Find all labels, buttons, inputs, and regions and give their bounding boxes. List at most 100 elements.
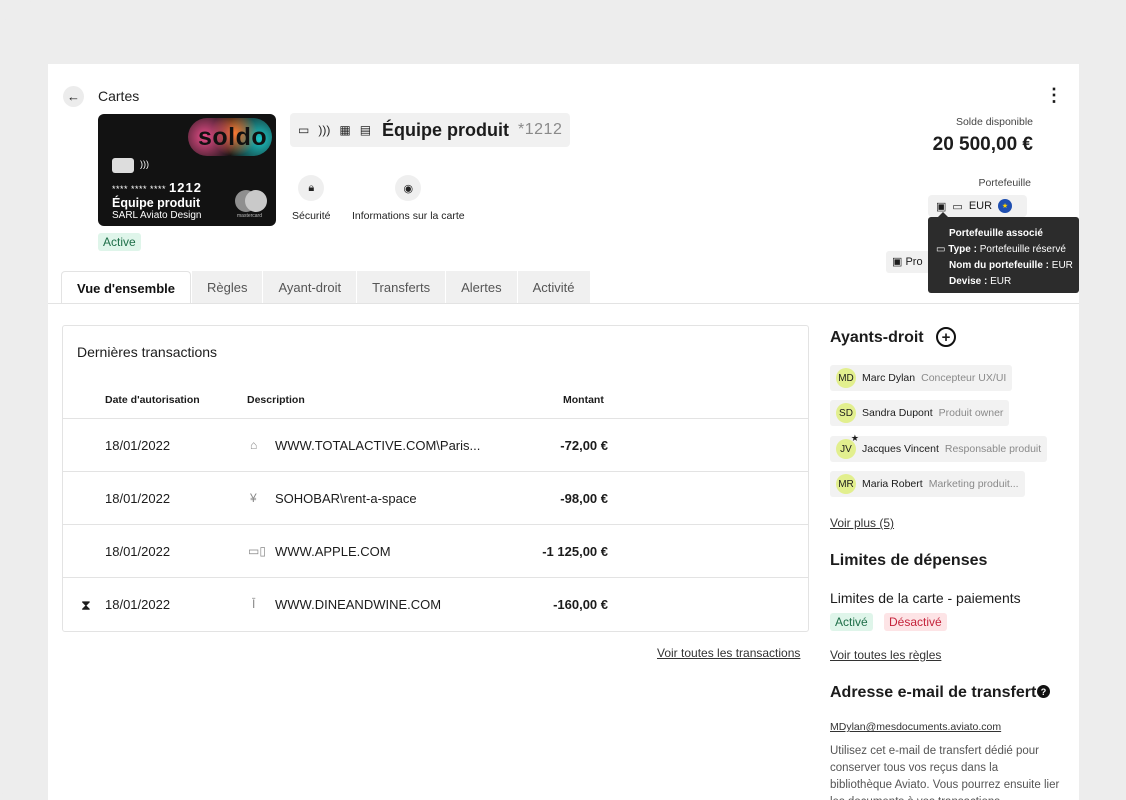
beneficiary-role: Responsable produit: [944, 443, 1042, 455]
card-number-mask: **** **** ****: [112, 184, 167, 194]
pro-icon: ▣: [892, 256, 903, 268]
card-title: ▭ ))) ▦ ▤ Équipe produit *1212: [290, 113, 571, 147]
contactless-icon: ))): [318, 123, 331, 137]
avatar: JV ★: [836, 433, 859, 459]
table-row[interactable]: 18/01/2022 ▭▯ WWW.APPLE.COM -1 125,00 €: [63, 524, 808, 578]
beneficiary-role: Produit owner: [938, 407, 1004, 419]
tab-beneficiary[interactable]: Ayant-droit: [262, 271, 357, 304]
lock-icon: 🔒︎: [298, 175, 325, 201]
col-description: Description: [247, 394, 305, 406]
chip-icon: [112, 158, 134, 173]
beneficiary-chip[interactable]: SD Sandra Dupont Produit owner: [830, 400, 1010, 426]
limit-disabled-badge: Désactivé: [884, 613, 947, 631]
row-amount: -160,00 €: [553, 597, 608, 612]
tab-overview[interactable]: Vue d'ensemble: [61, 271, 191, 304]
app-frame: ← Cartes ⋮ soldo ))) **** **** **** 1212…: [0, 0, 1126, 800]
table-row[interactable]: ⧗ 18/01/2022 Ῑ WWW.DINEANDWINE.COM -160,…: [63, 577, 808, 631]
security-button[interactable]: 🔒︎ Sécurité: [292, 175, 331, 222]
eu-flag-icon: ★: [998, 199, 1013, 213]
tooltip-name: Nom du portefeuille : EUR: [949, 260, 1073, 271]
limit-enabled-badge: Activé: [830, 613, 873, 631]
card-icon: ▭: [936, 244, 946, 255]
see-all-rules-link[interactable]: Voir toutes les règles: [830, 648, 941, 662]
beneficiaries-title: Ayants-droit: [830, 329, 924, 346]
card-title-suffix: *1212: [518, 121, 563, 138]
back-arrow-icon[interactable]: ←: [63, 86, 84, 107]
card-info-label: Informations sur la carte: [352, 210, 465, 222]
see-all-transactions-link[interactable]: Voir toutes les transactions: [657, 646, 800, 660]
row-description: WWW.TOTALACTIVE.COM\Paris...: [275, 438, 481, 453]
tab-divider: [48, 303, 1079, 304]
avatar: MD: [836, 368, 856, 388]
transfer-email-title: Adresse e-mail de transfert: [830, 684, 1037, 701]
tooltip-title: Portefeuille associé: [949, 228, 1043, 239]
hourglass-icon: ⧗: [81, 597, 91, 613]
beneficiary-role: Marketing produit...: [928, 478, 1019, 490]
card-number-last: 1212: [169, 180, 202, 195]
wallet-currency: EUR: [968, 200, 993, 212]
card-logo-text: soldo: [198, 123, 268, 151]
tab-rules[interactable]: Règles: [190, 271, 263, 304]
breadcrumb[interactable]: Cartes: [98, 88, 139, 104]
card-name: Équipe produit: [112, 196, 201, 210]
tooltip-currency: Devise : EUR: [949, 276, 1012, 287]
row-amount: -1 125,00 €: [542, 544, 608, 559]
transactions-title: Dernières transactions: [77, 344, 218, 360]
beneficiary-name: Maria Robert: [862, 478, 923, 490]
card-detail-panel: ← Cartes ⋮ soldo ))) **** **** **** 1212…: [48, 64, 1079, 800]
limits-subtitle: Limites de la carte - paiements: [830, 590, 1021, 606]
beneficiary-chip[interactable]: MR Maria Robert Marketing produit...: [830, 471, 1025, 497]
building-icon: ▦: [339, 123, 351, 137]
more-menu-icon[interactable]: ⋮: [1045, 86, 1063, 104]
beneficiary-chip[interactable]: JV ★ Jacques Vincent Responsable produit: [830, 433, 1048, 462]
balance-label: Solde disponible: [955, 116, 1033, 128]
beneficiary-name: Jacques Vincent: [862, 443, 939, 455]
tab-alerts[interactable]: Alertes: [445, 271, 517, 304]
see-more-beneficiaries-link[interactable]: Voir plus (5): [830, 516, 894, 530]
avatar: MR: [836, 474, 856, 494]
wallet-icon: ▣: [936, 200, 947, 213]
tooltip-type: ▭ Type : Portefeuille réservé: [936, 244, 1066, 255]
transfer-email-description: Utilisez cet e-mail de transfert dédié p…: [830, 745, 1060, 800]
table-row[interactable]: 18/01/2022 ¥ SOHOBAR\rent-a-space -98,00…: [63, 471, 808, 525]
limits-title: Limites de dépenses: [830, 552, 988, 569]
star-icon: ★: [850, 433, 859, 443]
eye-icon: ◉: [395, 175, 422, 201]
pro-button[interactable]: ▣ Pro: [886, 251, 930, 273]
beneficiary-chip[interactable]: MD Marc Dylan Concepteur UX/UI: [830, 365, 1013, 391]
avatar: SD: [836, 403, 856, 423]
row-date: 18/01/2022: [105, 438, 171, 453]
row-date: 18/01/2022: [105, 597, 171, 612]
tab-activity[interactable]: Activité: [516, 271, 590, 304]
card-status-badge: Active: [98, 233, 141, 251]
beneficiary-role: Concepteur UX/UI: [921, 372, 1007, 384]
card-number: **** **** **** 1212: [112, 180, 202, 195]
beneficiary-name: Sandra Dupont: [862, 407, 933, 419]
add-beneficiary-icon[interactable]: +: [936, 327, 956, 347]
row-description: SOHOBAR\rent-a-space: [275, 491, 417, 506]
shop-icon: ⌂: [250, 438, 258, 452]
transfer-email-link[interactable]: MDylan@mesdocuments.aviato.com: [830, 721, 1001, 733]
tab-transfers[interactable]: Transferts: [356, 271, 446, 304]
row-description: WWW.APPLE.COM: [275, 544, 391, 559]
store-icon: ▤: [359, 123, 372, 137]
wallet-tooltip: Portefeuille associé ▭ Type : Portefeuil…: [928, 212, 1079, 293]
devices-icon: ▭▯: [248, 544, 266, 558]
security-label: Sécurité: [292, 210, 331, 222]
help-icon[interactable]: ?: [1037, 685, 1050, 698]
beneficiary-name: Marc Dylan: [862, 372, 916, 384]
card-info-button[interactable]: ◉ Informations sur la carte: [352, 175, 465, 222]
card-company: SARL Aviato Design: [112, 210, 202, 221]
col-date: Date d'autorisation: [105, 394, 200, 406]
card-brand: mastercard: [237, 213, 263, 219]
tab-bar: Vue d'ensemble Règles Ayant-droit Transf…: [61, 271, 590, 304]
balance-value: 20 500,00 €: [932, 134, 1033, 155]
card-icon: ▭: [298, 123, 310, 137]
contactless-icon: ))): [140, 159, 149, 169]
card-visual: soldo ))) **** **** **** 1212 Équipe pro…: [98, 114, 276, 226]
card-icon: ▭: [952, 200, 963, 213]
wallet-label: Portefeuille: [978, 177, 1031, 189]
table-row[interactable]: 18/01/2022 ⌂ WWW.TOTALACTIVE.COM\Paris..…: [63, 418, 808, 472]
drinks-icon: ¥: [250, 491, 257, 505]
row-amount: -72,00 €: [560, 438, 608, 453]
